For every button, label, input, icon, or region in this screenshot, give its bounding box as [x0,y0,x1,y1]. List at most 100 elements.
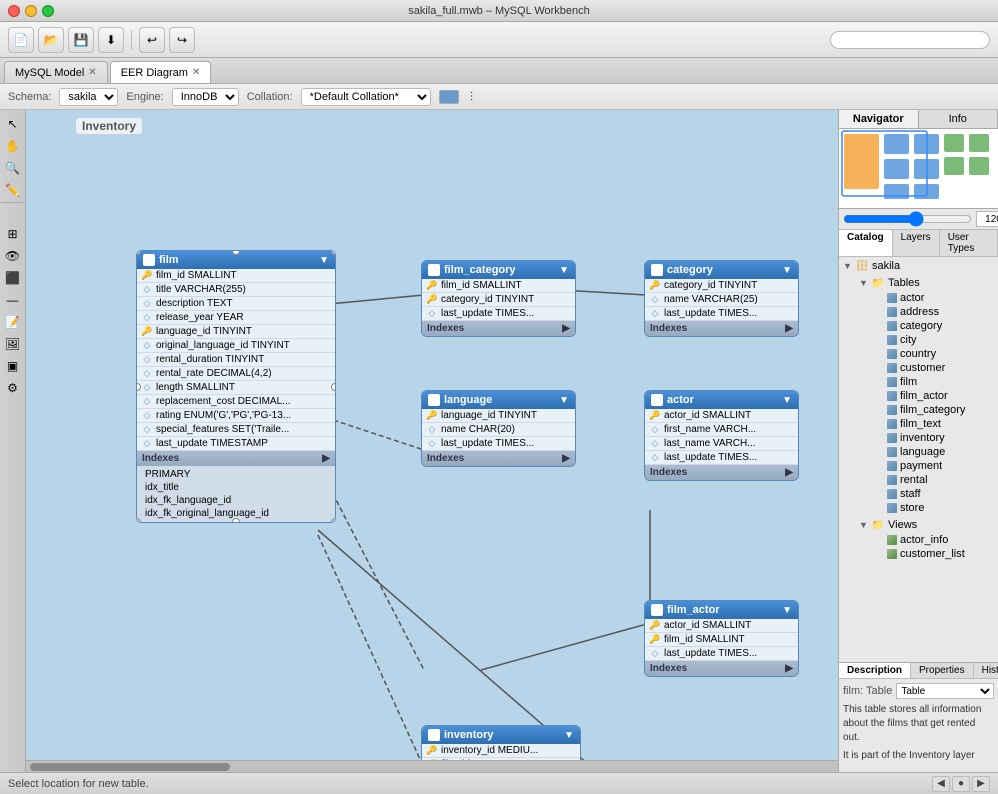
tree-row-film_actor[interactable]: film_actor [871,389,998,403]
inventory-table-icon [887,433,897,443]
window-controls[interactable] [8,5,54,17]
tab-mysql-model-close[interactable]: ✕ [88,67,96,78]
cat-field-name: ◇name VARCHAR(25) [645,293,798,307]
table-film-category[interactable]: film_category ▼ 🔑film_id SMALLINT 🔑categ… [421,260,576,337]
relation-tool[interactable]: ⬛ [3,268,23,288]
canvas-area[interactable]: Inventory | ⊣ film [26,110,838,772]
desc-type-select[interactable]: Table [896,683,994,699]
edit-tool[interactable]: ✏️ [3,180,23,200]
routine-tool[interactable]: ⚙ [3,378,23,398]
nav-next-button[interactable]: ▶ [972,776,990,792]
tree-row-staff[interactable]: staff [871,487,998,501]
collation-select[interactable]: *Default Collation* [301,88,431,106]
tree-row-actor-info[interactable]: actor_info [871,533,998,547]
table-film-expand[interactable]: ▼ [319,255,329,266]
handle-bm[interactable] [232,518,240,523]
save-button[interactable]: 💾 [68,27,94,53]
tree-row-country[interactable]: country [871,347,998,361]
engine-select[interactable]: InnoDB [172,88,239,106]
table-film[interactable]: film ▼ 🔑film_id SMALLINT ◇title VARCHAR(… [136,250,336,523]
desc-tab-history[interactable]: History [974,663,998,678]
redo-button[interactable]: ↪ [169,27,195,53]
horizontal-scrollbar[interactable] [26,760,838,772]
tree-row-customer[interactable]: customer [871,361,998,375]
cat-tab-user-types[interactable]: User Types [940,230,998,256]
navigator-canvas[interactable] [839,129,998,209]
cat-tab-catalog[interactable]: Catalog [839,230,893,256]
zoom-slider[interactable] [843,211,972,227]
open-button[interactable]: 📂 [38,27,64,53]
handle-br[interactable] [331,518,336,523]
new-file-button[interactable]: 📄 [8,27,34,53]
tree-row-sakila[interactable]: ▼ 🗄 sakila [839,258,998,274]
handle-ml[interactable] [136,383,141,391]
table-film-actor-indexes[interactable]: Indexes▶ [645,661,798,676]
cat-tab-layers[interactable]: Layers [893,230,940,256]
color-extra[interactable]: ⋮ [467,91,477,102]
tab-eer-diagram[interactable]: EER Diagram ✕ [110,61,212,83]
tree-row-customer-list[interactable]: customer_list [871,547,998,561]
schema-select[interactable]: sakila [59,88,118,106]
download-button[interactable]: ⬇ [98,27,124,53]
tree-row-film_category[interactable]: film_category [871,403,998,417]
table-language[interactable]: language ▼ 🔑language_id TINYINT ◇name CH… [421,390,576,467]
table-film-indexes[interactable]: Indexes▶ [137,451,335,466]
idx-title: idx_title [145,481,327,494]
handle-mr[interactable] [331,383,336,391]
tree-row-tables[interactable]: ▼ 📁 Tables [855,275,998,291]
table-category[interactable]: category ▼ 🔑category_id TINYINT ◇name VA… [644,260,799,337]
table-film-category-indexes[interactable]: Indexes▶ [422,321,575,336]
table-category-indexes[interactable]: Indexes▶ [645,321,798,336]
handle-bl[interactable] [136,518,141,523]
tree-row-store[interactable]: store [871,501,998,515]
zoom-tool[interactable]: 🔍 [3,158,23,178]
table-tool[interactable]: ⊞ [3,224,23,244]
scrollbar-thumb[interactable] [30,763,230,771]
desc-tab-properties[interactable]: Properties [911,663,974,678]
tree-row-address[interactable]: address [871,305,998,319]
nav-dot[interactable]: ● [952,776,970,792]
tab-eer-diagram-close[interactable]: ✕ [192,67,200,78]
tree-label-film: film [900,376,917,388]
zoom-input[interactable] [976,211,998,227]
desc-tab-description[interactable]: Description [839,663,911,678]
table-actor-indexes[interactable]: Indexes▶ [645,465,798,480]
film-field-last_update: ◇last_update TIMESTAMP [137,437,335,451]
search-input[interactable] [830,31,990,49]
tree-label-customer-list: customer_list [900,548,965,560]
note-tool[interactable]: 📝 [3,312,23,332]
undo-button[interactable]: ↩ [139,27,165,53]
fk-tool[interactable]: — [3,290,23,310]
tree-row-city[interactable]: city [871,333,998,347]
film-field-rental_rate: ◇rental_rate DECIMAL(4,2) [137,367,335,381]
minimize-button[interactable] [25,5,37,17]
hand-tool[interactable]: ✋ [3,136,23,156]
tab-mysql-model[interactable]: MySQL Model ✕ [4,61,108,83]
view-tool[interactable]: 👁 [3,246,23,266]
tree-row-payment[interactable]: payment [871,459,998,473]
tree-row-rental[interactable]: rental [871,473,998,487]
tab-info[interactable]: Info [919,110,998,128]
tree-row-actor[interactable]: actor [871,291,998,305]
tree-row-language[interactable]: language [871,445,998,459]
tree-row-inventory[interactable]: inventory [871,431,998,445]
actor-field-first_name: ◇first_name VARCH... [645,423,798,437]
maximize-button[interactable] [42,5,54,17]
tree-row-views[interactable]: ▼ 📁 Views [855,517,998,533]
image-tool[interactable]: 🖼 [3,334,23,354]
color-button[interactable] [439,90,459,104]
table-film-actor[interactable]: film_actor ▼ 🔑actor_id SMALLINT 🔑film_id… [644,600,799,677]
tree-label-views: Views [888,519,917,531]
tree-row-film_text[interactable]: film_text [871,417,998,431]
handle-tr[interactable] [331,250,336,255]
table-language-indexes[interactable]: Indexes▶ [422,451,575,466]
tree-label-film-category: film_category [900,404,965,416]
close-button[interactable] [8,5,20,17]
nav-prev-button[interactable]: ◀ [932,776,950,792]
layer-tool[interactable]: ▣ [3,356,23,376]
tab-navigator[interactable]: Navigator [839,110,919,128]
table-actor[interactable]: actor ▼ 🔑actor_id SMALLINT ◇first_name V… [644,390,799,481]
select-tool[interactable]: ↖ [3,114,23,134]
tree-row-film[interactable]: film [871,375,998,389]
tree-row-category[interactable]: category [871,319,998,333]
